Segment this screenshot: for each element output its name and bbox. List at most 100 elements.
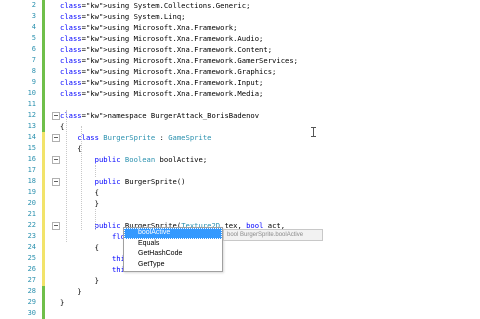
- change-marker: [42, 275, 45, 286]
- completion-item-3[interactable]: GetType: [124, 260, 222, 271]
- collapse-toggle-icon[interactable]: [52, 222, 60, 230]
- code-line[interactable]: 12 class="kw">namespace BurgerAttack_Bori…: [0, 110, 480, 121]
- code-text: class="kw">using Microsoft.Xna.Framework…: [60, 56, 299, 65]
- code-line[interactable]: 17: [0, 165, 480, 176]
- change-marker: [42, 308, 45, 319]
- change-marker: [42, 22, 45, 33]
- completion-label: Equals: [138, 239, 160, 247]
- change-marker: [42, 121, 45, 132]
- collapse-toggle-icon[interactable]: [52, 112, 60, 120]
- code-line[interactable]: 9 class="kw">using Microsoft.Xna.Framewor…: [0, 77, 480, 88]
- line-number: 16: [27, 155, 36, 163]
- line-number: 20: [27, 199, 36, 207]
- code-text: class="kw">using Microsoft.Xna.Framework…: [60, 89, 264, 98]
- code-line[interactable]: 19 {: [0, 187, 480, 198]
- change-marker: [42, 99, 45, 110]
- completion-label: boolActive: [138, 229, 171, 236]
- code-line[interactable]: 27 }: [0, 275, 480, 286]
- line-number: 21: [27, 210, 36, 218]
- line-number: 22: [27, 221, 36, 229]
- line-number: 8: [31, 67, 36, 75]
- line-number: 15: [27, 144, 36, 152]
- code-line[interactable]: 13 {: [0, 121, 480, 132]
- code-text: }: [60, 276, 99, 285]
- code-text: class="kw">using Microsoft.Xna.Framework…: [60, 78, 264, 87]
- code-text: class="kw">using Microsoft.Xna.Framework…: [60, 45, 273, 54]
- line-number: 5: [31, 34, 36, 42]
- change-marker: [42, 66, 45, 77]
- code-line[interactable]: 5 class="kw">using Microsoft.Xna.Framewor…: [0, 33, 480, 44]
- code-line[interactable]: 16 public Boolean boolActive;: [0, 154, 480, 165]
- line-number: 18: [27, 177, 36, 185]
- line-number: 11: [27, 100, 36, 108]
- completion-item-2[interactable]: GetHashCode: [124, 249, 222, 260]
- change-marker: [42, 0, 45, 11]
- line-number: 23: [27, 232, 36, 240]
- change-marker: [42, 297, 45, 308]
- code-line[interactable]: 11: [0, 99, 480, 110]
- method-icon: [127, 251, 134, 257]
- intellisense-popup[interactable]: boolActive Equals GetHashCode GetType: [123, 227, 223, 272]
- change-marker: [42, 88, 45, 99]
- change-marker: [42, 11, 45, 22]
- code-line[interactable]: 20 }: [0, 198, 480, 209]
- code-line[interactable]: 3 class="kw">using System.Linq;: [0, 11, 480, 22]
- code-line[interactable]: 29}: [0, 297, 480, 308]
- change-marker: [42, 154, 45, 165]
- change-marker: [42, 198, 45, 209]
- change-marker: [42, 44, 45, 55]
- line-number: 7: [31, 56, 36, 64]
- code-line[interactable]: 30: [0, 308, 480, 319]
- code-line[interactable]: 15 {: [0, 143, 480, 154]
- indent-guide: [95, 209, 96, 230]
- change-marker: [42, 176, 45, 187]
- code-line[interactable]: 8 class="kw">using Microsoft.Xna.Framewor…: [0, 66, 480, 77]
- change-marker: [42, 242, 45, 253]
- indent-guide: [66, 110, 67, 242]
- change-marker: [42, 55, 45, 66]
- code-text: class BurgerSprite : GameSprite: [77, 133, 212, 142]
- code-line[interactable]: 6 class="kw">using Microsoft.Xna.Framewor…: [0, 44, 480, 55]
- change-marker: [42, 165, 45, 176]
- line-number: 28: [27, 287, 36, 295]
- field-icon: [127, 230, 134, 236]
- collapse-toggle-icon[interactable]: [52, 134, 60, 142]
- line-number: 29: [27, 298, 36, 306]
- completion-item-0[interactable]: boolActive: [124, 228, 222, 239]
- code-line[interactable]: 28 }: [0, 286, 480, 297]
- change-marker: [42, 143, 45, 154]
- code-line[interactable]: 18 public BurgerSprite(): [0, 176, 480, 187]
- line-number: 19: [27, 188, 36, 196]
- code-line[interactable]: 21: [0, 209, 480, 220]
- code-text: }: [60, 298, 65, 307]
- line-number: 6: [31, 45, 36, 53]
- line-number: 14: [27, 133, 36, 141]
- indent-guide: [81, 126, 82, 230]
- code-text: {: [60, 243, 99, 252]
- change-marker: [42, 286, 45, 297]
- code-line[interactable]: 4 class="kw">using Microsoft.Xna.Framewor…: [0, 22, 480, 33]
- code-text: class="kw">namespace BurgerAttack_BorisB…: [60, 111, 260, 120]
- code-line[interactable]: 24 {: [0, 242, 480, 253]
- completion-tooltip: bool BurgerSprite.boolActive: [223, 229, 323, 241]
- completion-item-1[interactable]: Equals: [124, 239, 222, 250]
- code-line[interactable]: 10 class="kw">using Microsoft.Xna.Framewo…: [0, 88, 480, 99]
- code-line[interactable]: 14 class BurgerSprite : GameSprite: [0, 132, 480, 143]
- method-icon: [127, 241, 134, 247]
- collapse-toggle-icon[interactable]: [52, 178, 60, 186]
- code-line[interactable]: 7 class="kw">using Microsoft.Xna.Framewor…: [0, 55, 480, 66]
- line-number: 12: [27, 111, 36, 119]
- code-text: class="kw">using Microsoft.Xna.Framework…: [60, 34, 264, 43]
- method-icon: [127, 262, 134, 268]
- collapse-toggle-icon[interactable]: [52, 156, 60, 164]
- code-text: public BurgerSprite(): [94, 177, 186, 186]
- code-line[interactable]: 25 this.spriteTexture = tex;: [0, 253, 480, 264]
- code-line[interactable]: 2 class="kw">using System.Collections.Gen…: [0, 0, 480, 11]
- code-text: class="kw">using Microsoft.Xna.Framework…: [60, 23, 238, 32]
- line-number: 30: [27, 309, 36, 317]
- change-marker: [42, 187, 45, 198]
- change-marker: [42, 77, 45, 88]
- code-text: public Boolean boolActive;: [94, 155, 208, 164]
- change-marker: [42, 231, 45, 242]
- completion-label: GetType: [138, 260, 165, 268]
